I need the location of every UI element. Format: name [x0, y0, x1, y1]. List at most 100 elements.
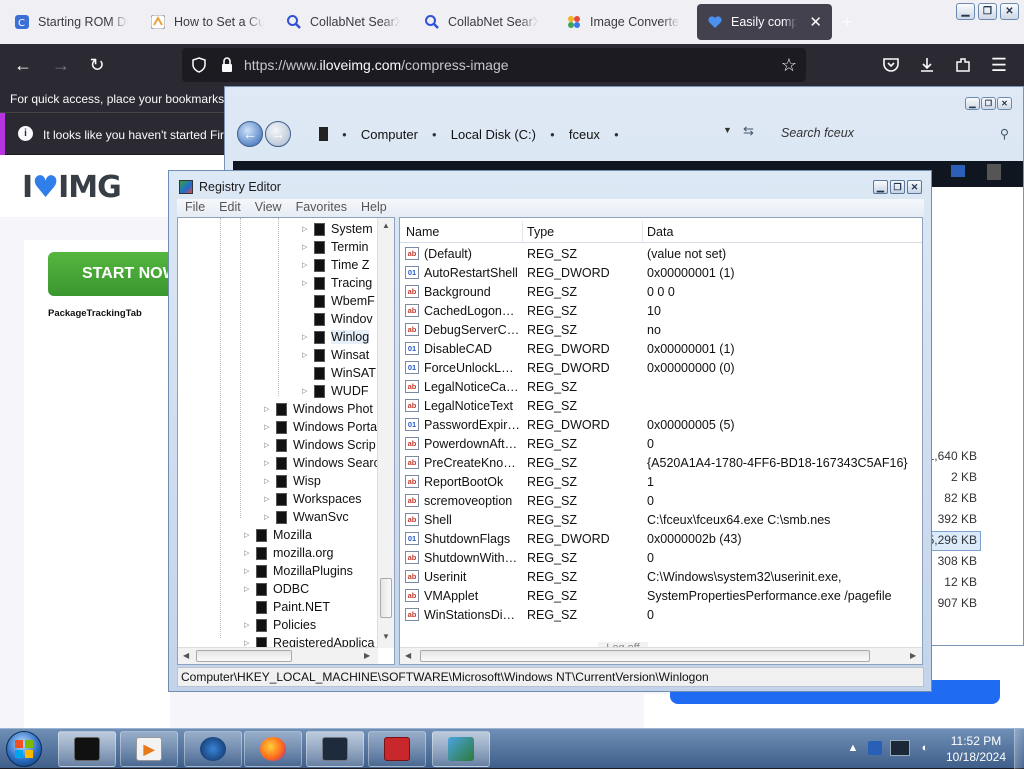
tree-node[interactable]: ▷ Winlog — [302, 328, 370, 346]
scroll-right-arrow-icon[interactable]: ▶ — [364, 651, 370, 660]
expand-arrow-icon[interactable]: ▷ — [264, 405, 273, 413]
menu-help[interactable]: Help — [361, 200, 387, 216]
registry-value-row[interactable]: 01 AutoRestartShell REG_DWORD 0x00000001 (1… — [400, 264, 922, 283]
tree-node[interactable]: ▷ System — [302, 220, 373, 238]
values-horizontal-scrollbar[interactable]: ◀ ▶ — [400, 647, 922, 664]
explorer-minimize-button[interactable]: ▁ — [965, 97, 980, 110]
scroll-down-arrow-icon[interactable]: ▼ — [382, 632, 390, 641]
scroll-left-arrow-icon[interactable]: ◀ — [405, 651, 411, 660]
registry-value-row[interactable]: ab Shell REG_SZ C:\fceux\fceux64.exe C:\smb… — [400, 511, 922, 530]
scroll-up-arrow-icon[interactable]: ▲ — [382, 221, 390, 230]
tray-expand-icon[interactable]: ▲ — [846, 741, 860, 755]
tree-node[interactable]: Windov — [302, 310, 373, 328]
registry-value-row[interactable]: ab Background REG_SZ 0 0 0 — [400, 283, 922, 302]
expand-arrow-icon[interactable]: ▷ — [264, 477, 273, 485]
registry-value-row[interactable]: ab ShutdownWitho... REG_SZ 0 — [400, 549, 922, 568]
registry-value-row[interactable]: ab DebugServerCo... REG_SZ no — [400, 321, 922, 340]
tree-node[interactable]: ▷ Tracing — [302, 274, 372, 292]
registry-value-row[interactable]: ab PowerdownAfte... REG_SZ 0 — [400, 435, 922, 454]
pocket-icon[interactable] — [880, 54, 902, 76]
regedit-minimize-button[interactable]: ▁ — [873, 180, 888, 194]
download-icon[interactable] — [916, 54, 938, 76]
expand-arrow-icon[interactable]: ▷ — [264, 441, 273, 449]
menu-favorites[interactable]: Favorites — [296, 200, 347, 216]
regedit-maximize-button[interactable]: ❐ — [890, 180, 905, 194]
expand-arrow-icon[interactable]: ▷ — [244, 621, 253, 629]
taskbar-regedit[interactable] — [432, 731, 490, 767]
tree-node[interactable]: ▷ Termin — [302, 238, 369, 256]
tree-node[interactable]: Paint.NET — [244, 598, 330, 616]
expand-arrow-icon[interactable]: ▷ — [302, 261, 311, 269]
column-divider[interactable] — [642, 221, 643, 243]
expand-arrow-icon[interactable]: ▷ — [302, 243, 311, 251]
back-arrow-icon[interactable]: ← — [12, 54, 34, 76]
breadcrumb-local-disk[interactable]: Local Disk (C:) — [451, 127, 536, 142]
bookmark-star-icon[interactable]: ☆ — [778, 54, 800, 76]
regedit-close-button[interactable]: ✕ — [907, 180, 922, 194]
minimize-button[interactable]: ▁ — [956, 3, 975, 20]
tree-node[interactable]: ▷ Winsat — [302, 346, 369, 364]
lock-icon[interactable] — [216, 54, 238, 76]
expand-arrow-icon[interactable]: ▷ — [244, 549, 253, 557]
tree-node[interactable]: ▷ Workspaces — [264, 490, 362, 508]
forward-arrow-icon[interactable]: → — [50, 54, 72, 76]
registry-value-row[interactable]: ab (Default) REG_SZ (value not set) — [400, 245, 922, 264]
expand-arrow-icon[interactable]: ▷ — [264, 495, 273, 503]
taskbar-media-player[interactable]: ▶ — [120, 731, 178, 767]
scrollbar-thumb[interactable] — [380, 578, 392, 618]
menu-file[interactable]: File — [185, 200, 205, 216]
menu-edit[interactable]: Edit — [219, 200, 241, 216]
expand-arrow-icon[interactable]: ▷ — [244, 531, 253, 539]
close-tab-icon[interactable]: ✕ — [809, 13, 822, 31]
registry-value-row[interactable]: ab Userinit REG_SZ C:\Windows\system32\user… — [400, 568, 922, 587]
expand-arrow-icon[interactable]: ▷ — [244, 567, 253, 575]
tree-node[interactable]: ▷ Windows Searc — [264, 454, 380, 472]
expand-arrow-icon[interactable]: ▷ — [302, 351, 311, 359]
search-icon[interactable]: ⚲ — [1000, 126, 1009, 141]
tab-searxng-1[interactable]: CollabNet SearXN — [276, 4, 410, 40]
column-header-type[interactable]: Type — [527, 225, 554, 239]
explorer-close-button[interactable]: ✕ — [997, 97, 1012, 110]
tree-node[interactable]: ▷ Windows Scrip — [264, 436, 376, 454]
registry-value-row[interactable]: 01 DisableCAD REG_DWORD 0x00000001 (1) — [400, 340, 922, 359]
expand-arrow-icon[interactable]: ▷ — [302, 279, 311, 287]
scrollbar-thumb[interactable] — [420, 650, 870, 662]
expand-arrow-icon[interactable]: ▷ — [244, 585, 253, 593]
column-divider[interactable] — [522, 221, 523, 243]
menu-view[interactable]: View — [255, 200, 282, 216]
column-header-name[interactable]: Name — [406, 225, 439, 239]
tab-custom[interactable]: How to Set a Cust — [140, 4, 274, 40]
expand-arrow-icon[interactable]: ▷ — [264, 459, 273, 467]
tab-compress-active[interactable]: Easily compress ✕ — [697, 4, 832, 40]
taskbar-firefox[interactable] — [244, 731, 302, 767]
tree-vertical-scrollbar[interactable]: ▲ ▼ — [377, 218, 394, 648]
breadcrumb-fceux[interactable]: fceux — [569, 127, 600, 142]
expand-arrow-icon[interactable]: ▷ — [244, 639, 253, 647]
column-header-data[interactable]: Data — [647, 225, 673, 239]
tab-starting-rom[interactable]: C Starting ROM Dow — [4, 4, 138, 40]
explorer-forward-button[interactable]: → — [265, 121, 291, 147]
taskbar-clock[interactable]: 11:52 PM 10/18/2024 — [940, 733, 1012, 765]
tree-node[interactable]: ▷ WUDF — [302, 382, 369, 400]
reload-icon[interactable]: ↻ — [86, 54, 108, 76]
taskbar-toolbox[interactable] — [368, 731, 426, 767]
start-button[interactable] — [6, 731, 42, 767]
tray-network-icon[interactable]: ◐ — [918, 741, 932, 755]
tree-node[interactable]: WbemF — [302, 292, 375, 310]
tab-searxng-2[interactable]: CollabNet SearXN — [414, 4, 548, 40]
tree-node[interactable]: ▷ Mozilla — [244, 526, 312, 544]
registry-value-row[interactable]: ab LegalNoticeCap... REG_SZ — [400, 378, 922, 397]
new-tab-button[interactable]: + — [842, 12, 853, 33]
explorer-back-button[interactable]: ← — [237, 121, 263, 147]
expand-arrow-icon[interactable]: ▷ — [302, 225, 311, 233]
close-window-button[interactable]: ✕ — [1000, 3, 1019, 20]
tree-node[interactable]: ▷ Windows Porta — [264, 418, 377, 436]
tree-node[interactable]: ▷ Wisp — [264, 472, 321, 490]
breadcrumb-computer[interactable]: Computer — [361, 127, 418, 142]
restore-button[interactable]: ❐ — [978, 3, 997, 20]
show-desktop-button[interactable] — [1014, 729, 1024, 769]
tree-node[interactable]: WinSAT — [302, 364, 376, 382]
chevron-down-icon[interactable]: ▼ — [723, 125, 732, 135]
taskbar-explorer[interactable] — [306, 731, 364, 767]
taskbar-network[interactable] — [184, 731, 242, 767]
